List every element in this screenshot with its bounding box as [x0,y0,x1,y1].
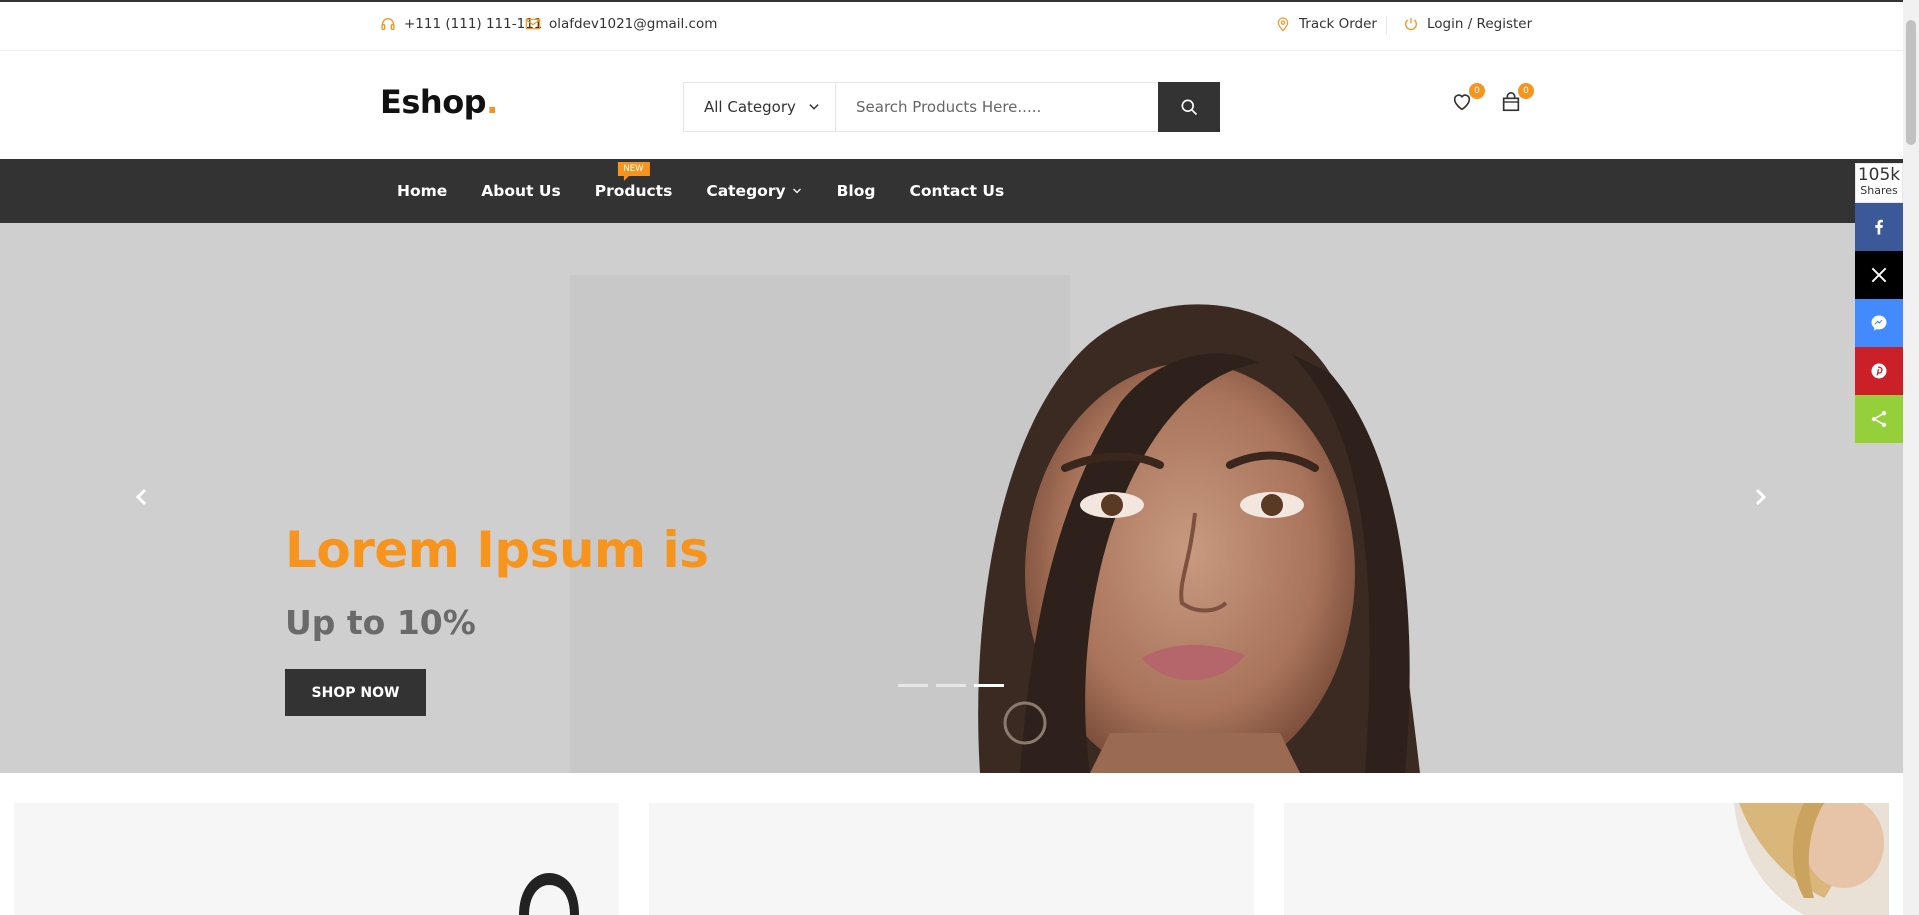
slider-dot[interactable] [898,684,928,687]
nav-item-blog[interactable]: Blog [820,159,893,223]
promo-card-image [1734,803,1889,915]
nav-item-home[interactable]: Home [380,159,464,223]
logo-dot: . [486,83,498,121]
main-nav: Home About Us NEW Products Category Blog… [0,159,1903,223]
chevron-down-icon [792,188,801,194]
nav-item-label: Contact Us [909,182,1005,200]
shop-now-button[interactable]: SHOP NOW [285,669,426,716]
share-more-button[interactable] [1855,395,1903,443]
messenger-icon [1871,315,1887,331]
topbar: +111 (111) 111-111 olafdev1021@gmail.com… [0,2,1903,51]
hero-title: Lorem Ipsum is [285,521,709,579]
share-pinterest-button[interactable] [1855,347,1903,395]
facebook-icon [1875,219,1883,235]
nav-item-label: About Us [481,182,561,200]
search-icon [1181,99,1198,116]
login-register-label: Login / Register [1427,16,1533,32]
headset-icon [381,18,395,30]
share-messenger-button[interactable] [1855,299,1903,347]
chevron-left-icon [135,488,147,506]
nav-item-contact-us[interactable]: Contact Us [892,159,1021,223]
promo-card-image [519,873,579,915]
chevron-down-icon [809,104,819,110]
promo-card[interactable] [1284,803,1889,915]
track-order-link[interactable]: Track Order [1275,16,1377,32]
mail-icon [525,18,541,30]
scrollbar-thumb[interactable] [1906,20,1916,145]
slider-indicators [898,684,1004,687]
social-share-bar: 105k Shares [1855,163,1903,443]
nav-item-products[interactable]: NEW Products [578,159,690,223]
new-badge: NEW [617,162,650,182]
power-icon [1405,18,1417,31]
share-count-label: Shares [1860,184,1898,197]
topbar-divider [1386,16,1387,34]
page-scrollbar[interactable] [1903,0,1919,915]
phone-contact[interactable]: +111 (111) 111-111 [380,16,542,32]
share-count: 105k Shares [1855,163,1903,203]
nav-item-label: Blog [836,182,876,200]
nav-item-label: Home [397,182,448,200]
phone-number: +111 (111) 111-111 [404,16,543,32]
hero-slider: Lorem Ipsum is Up to 10% SHOP NOW [0,223,1903,773]
logo[interactable]: Eshop. [380,83,498,121]
category-select[interactable]: All Category [684,83,836,131]
login-register-link[interactable]: Login / Register [1403,16,1532,32]
promo-card[interactable] [14,803,619,915]
hero-subtitle: Up to 10% [285,603,476,642]
search-input[interactable] [836,83,1158,131]
email-contact[interactable]: olafdev1021@gmail.com [525,16,717,32]
nav-item-category[interactable]: Category [689,159,819,223]
search-button[interactable] [1158,82,1220,132]
x-icon [1871,267,1887,283]
slider-next-button[interactable] [1748,485,1772,509]
wishlist-count-badge: 0 [1469,83,1485,99]
cart-button[interactable]: 0 [1500,83,1534,117]
share-facebook-button[interactable] [1855,203,1903,251]
promo-card[interactable] [649,803,1254,915]
nav-item-label: Category [706,182,786,200]
category-select-value: All Category [704,98,796,116]
nav-item-label: Products [594,182,673,200]
email-address: olafdev1021@gmail.com [549,16,718,32]
header: Eshop. All Category 0 0 [0,51,1903,159]
cart-count-badge: 0 [1518,83,1534,99]
slider-prev-button[interactable] [130,485,154,509]
share-count-number: 105k [1857,165,1901,185]
location-pin-icon [1277,17,1289,32]
share-x-button[interactable] [1855,251,1903,299]
hero-model-image [978,304,1420,773]
logo-text: Eshop [380,83,487,121]
track-order-label: Track Order [1299,16,1377,32]
share-icon [1871,411,1887,427]
pinterest-icon [1871,363,1887,379]
search-bar: All Category [683,82,1220,132]
slider-dot[interactable] [936,684,966,687]
wishlist-button[interactable]: 0 [1451,83,1485,117]
nav-item-about-us[interactable]: About Us [464,159,577,223]
slider-dot-active[interactable] [974,684,1004,687]
chevron-right-icon [1755,488,1767,506]
